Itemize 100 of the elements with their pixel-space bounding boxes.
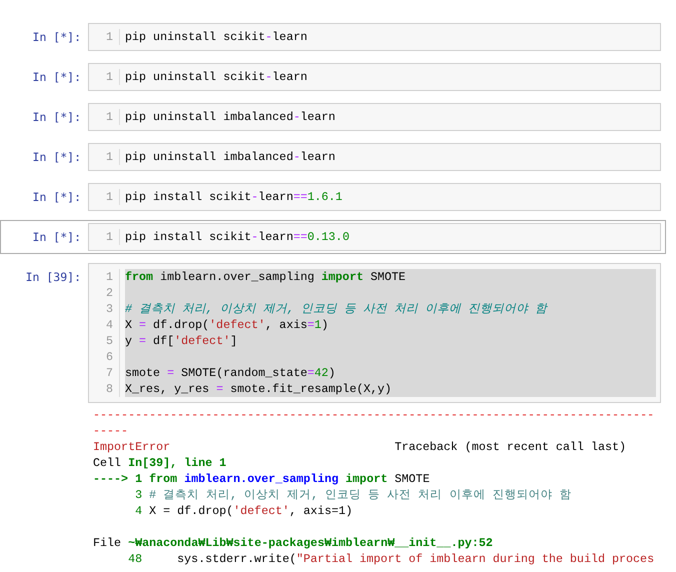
operator: = xyxy=(216,382,224,396)
traceback-header: Traceback (most recent call last) xyxy=(394,440,626,454)
keyword: import xyxy=(321,270,364,284)
code-text: pip install scikit xyxy=(125,230,252,244)
module-name: imblearn.over_sampling xyxy=(183,472,339,486)
code-text: SMOTE(random_state xyxy=(180,366,308,380)
number: 0.13.0 xyxy=(307,230,350,244)
notebook-cell[interactable]: In [*]: 1 pip uninstall scikit-learn xyxy=(0,20,666,54)
string-literal: "Partial import of imblearn during the build proces xyxy=(296,552,654,566)
string-literal: 'defect' xyxy=(209,318,266,332)
code-text: ) xyxy=(321,318,328,332)
line-number: 1 xyxy=(104,269,114,285)
cell-prompt: In [*]: xyxy=(32,109,81,125)
code-text: SMOTE xyxy=(369,270,406,284)
code-text: learn xyxy=(272,70,308,84)
string-literal: 'defect' xyxy=(233,504,290,518)
code-input[interactable]: 1 pip uninstall imbalanced-learn xyxy=(88,143,661,171)
line-number: 3 xyxy=(134,487,142,503)
string-literal: 'defect' xyxy=(174,334,230,348)
code-text: learn xyxy=(258,190,294,204)
cell-prompt: In [*]: xyxy=(32,29,81,45)
cell-prompt: In [*]: xyxy=(32,229,81,245)
code-text: X = df.drop( xyxy=(149,504,234,518)
cell-prompt: In [39]: xyxy=(24,269,81,285)
number: 1.6.1 xyxy=(307,190,342,204)
code-input[interactable] xyxy=(88,263,661,403)
cell-prompt: In [*]: xyxy=(32,149,81,165)
operator: = xyxy=(307,318,314,332)
keyword: import xyxy=(344,472,388,486)
code-text: y xyxy=(125,334,134,348)
code-text: learn xyxy=(272,30,308,44)
code-comment: # 결측치 처리, 이상치 제거, 인코딩 등 사전 처리 이후에 진행되어야 함 xyxy=(149,488,572,502)
operator: = xyxy=(167,366,174,380)
line-number: 8 xyxy=(104,381,114,397)
line-number: 1 xyxy=(104,229,114,245)
code-text: ] xyxy=(230,334,238,348)
code-text: learn xyxy=(258,230,294,244)
traceback-arrow: ----> 1 xyxy=(93,472,142,486)
line-number: 4 xyxy=(104,317,114,333)
operator: - xyxy=(251,230,258,244)
cell-prompt: In [*]: xyxy=(32,69,81,85)
operator: - xyxy=(265,30,272,44)
line-number: 1 xyxy=(104,29,114,45)
line-number: 7 xyxy=(104,365,114,381)
number: 1 xyxy=(314,318,322,332)
operator: - xyxy=(293,110,300,124)
operator: = xyxy=(307,366,314,380)
line-number: 1 xyxy=(104,189,114,205)
line-number: 4 xyxy=(134,503,142,519)
file-location: In[39], line 1 xyxy=(128,456,226,470)
line-number: 6 xyxy=(104,349,114,365)
line-number: 2 xyxy=(104,285,114,301)
code-text: smote xyxy=(125,366,162,380)
code-text: smote.fit_resample(X,y) xyxy=(229,382,392,396)
code-text: File xyxy=(93,536,122,550)
line-number: 1 xyxy=(104,109,114,125)
operator: = xyxy=(139,318,146,332)
operator: == xyxy=(293,190,308,204)
line-number: 5 xyxy=(104,333,114,349)
code-text: Cell xyxy=(93,456,122,470)
number: 42 xyxy=(314,366,328,380)
keyword: from xyxy=(125,270,154,284)
code-text: ) xyxy=(328,366,336,380)
line-number: 48 xyxy=(127,551,142,567)
operator: - xyxy=(265,70,272,84)
code-input[interactable]: 1 pip install scikit-learn==1.6.1 xyxy=(88,183,661,211)
notebook-cell[interactable]: In [*]: 1 pip uninstall scikit-learn xyxy=(0,60,666,94)
code-text: X_res, y_res xyxy=(125,382,210,396)
operator: = xyxy=(139,334,146,348)
code-input[interactable]: 1 pip uninstall imbalanced-learn xyxy=(88,103,661,131)
notebook-cell[interactable]: In [*]: 1 pip install scikit-learn==1.6.1 xyxy=(0,180,666,214)
code-text: pip uninstall imbalanced xyxy=(125,150,294,164)
code-text: df[ xyxy=(152,334,174,348)
code-text: pip uninstall scikit xyxy=(125,70,266,84)
separator-dashes: ------------------------------------------------------------------------------------- xyxy=(93,407,654,439)
code-text: df.drop( xyxy=(152,318,210,332)
error-name: ImportError xyxy=(93,440,170,454)
code-text: , axis=1) xyxy=(289,504,352,518)
code-text: learn xyxy=(300,110,336,124)
line-number: 1 xyxy=(104,149,114,165)
code-input[interactable]: 1 pip uninstall scikit-learn xyxy=(88,23,661,51)
code-text: imblearn.over_sampling xyxy=(159,270,316,284)
operator: - xyxy=(293,150,300,164)
code-text: , axis xyxy=(265,318,308,332)
line-number: 3 xyxy=(104,301,114,317)
cell-prompt: In [*]: xyxy=(32,189,81,205)
code-input[interactable]: 1 pip uninstall scikit-learn xyxy=(88,63,661,91)
code-text: X xyxy=(125,318,134,332)
code-input[interactable]: 1 pip install scikit-learn==0.13.0 xyxy=(88,223,661,251)
code-text: sys.stderr.write( xyxy=(176,552,296,566)
notebook-cell[interactable]: In [*]: 1 pip uninstall imbalanced-learn xyxy=(0,100,666,134)
code-text: pip uninstall imbalanced xyxy=(125,110,294,124)
code-comment: # 결측치 처리, 이상치 제거, 인코딩 등 사전 처리 이후에 진행되어야 함 xyxy=(125,302,548,316)
file-location: ~₩anaconda₩Lib₩site-packages₩imblearn₩__init__.py:52 xyxy=(128,536,493,550)
operator: == xyxy=(293,230,308,244)
operator: - xyxy=(251,190,258,204)
line-number: 1 xyxy=(104,69,114,85)
notebook-cell[interactable]: In [*]: 1 pip install scikit-learn==0.13.0 xyxy=(0,220,666,254)
notebook-cell[interactable]: In [*]: 1 pip uninstall imbalanced-learn xyxy=(0,140,666,174)
code-text: pip install scikit xyxy=(125,190,252,204)
